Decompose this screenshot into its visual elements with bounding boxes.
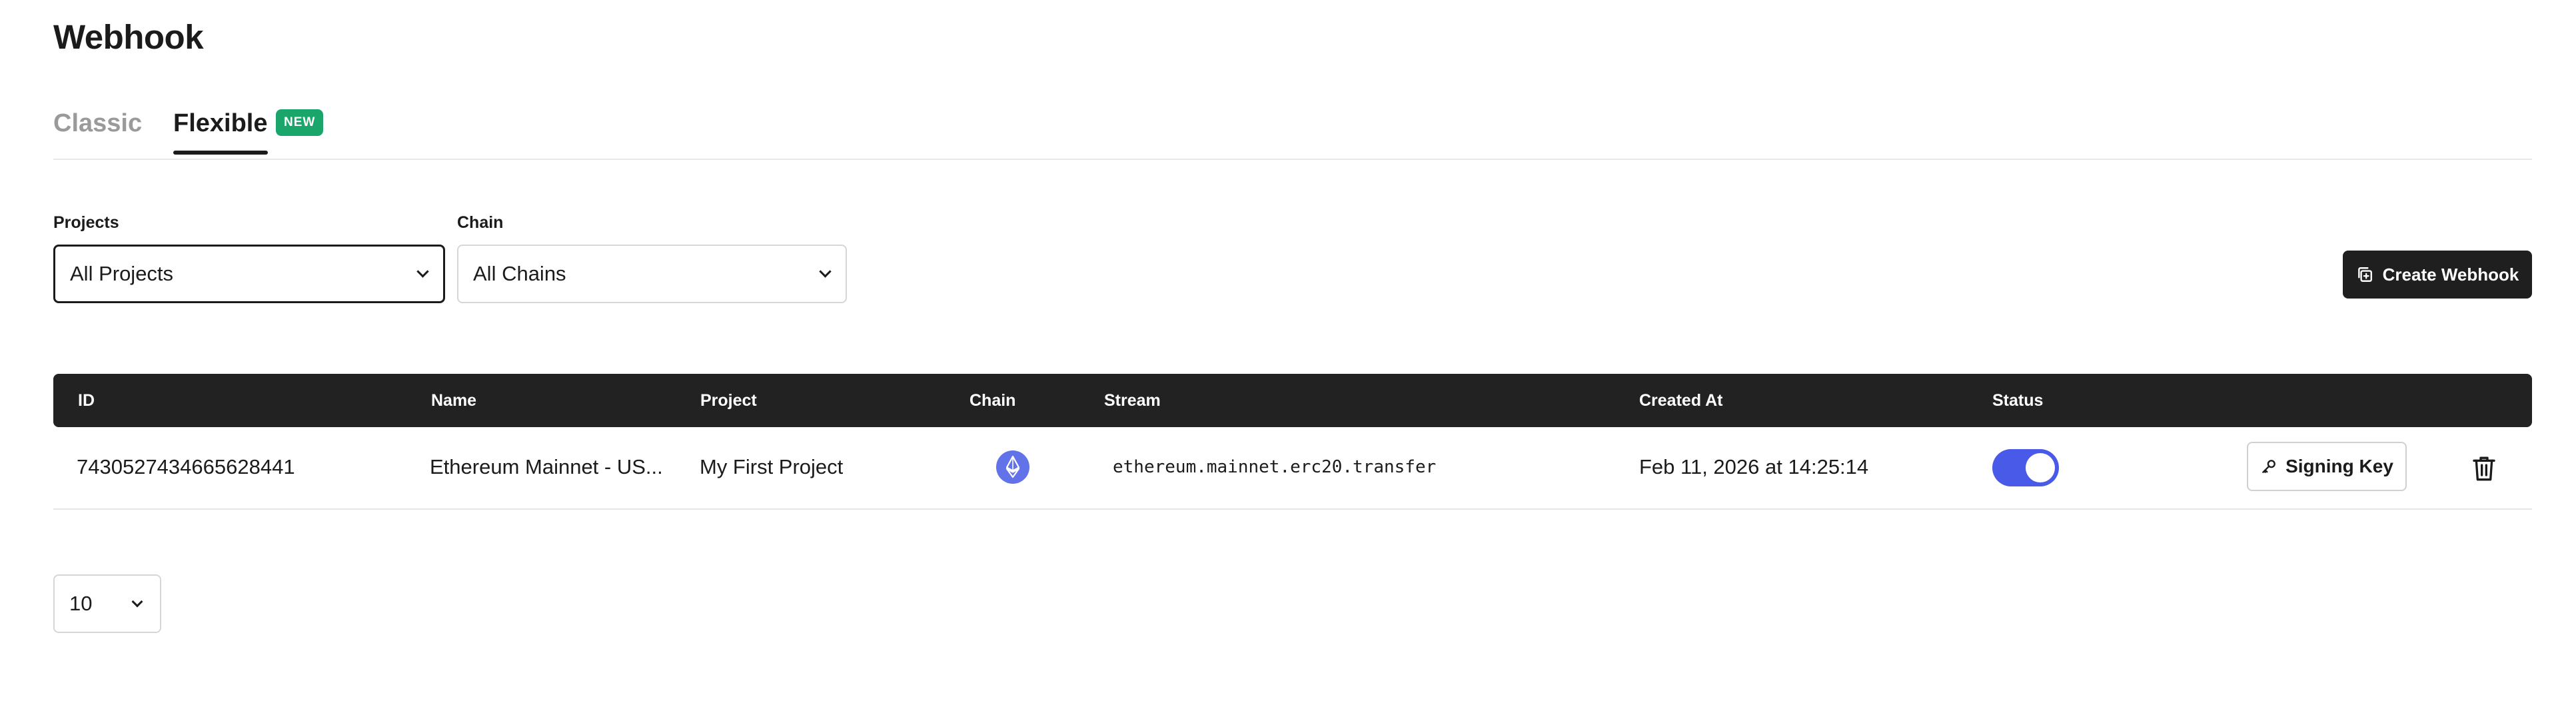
webhook-name: Ethereum Mainnet - US... — [430, 455, 663, 478]
ethereum-icon — [996, 450, 1029, 484]
page-size-value: 10 — [69, 592, 93, 615]
copy-plus-icon — [2357, 267, 2372, 282]
signing-key-label: Signing Key — [2285, 456, 2393, 476]
webhook-id: 7430527434665628441 — [77, 455, 295, 478]
webhook-project: My First Project — [700, 455, 844, 478]
toggle-knob — [2026, 453, 2055, 482]
table-row: 7430527434665628441 Ethereum Mainnet - U… — [53, 427, 2532, 510]
tab-bar: Classic Flexible NEW — [53, 107, 2532, 160]
table-header: ID Name Project Chain Stream Created At … — [53, 374, 2532, 427]
chain-select-value: All Chains — [473, 262, 566, 285]
projects-select-value: All Projects — [70, 262, 174, 285]
page-title: Webhook — [53, 18, 204, 56]
tab-flexible[interactable]: Flexible — [173, 109, 268, 155]
column-header-status: Status — [1992, 391, 2044, 410]
column-header-chain: Chain — [969, 391, 1016, 410]
create-webhook-label: Create Webhook — [2382, 264, 2519, 285]
ethereum-glyph — [1005, 455, 1020, 478]
chevron-down-icon — [416, 265, 429, 278]
webhook-stream: ethereum.mainnet.erc20.transfer — [1113, 457, 1437, 477]
column-header-name: Name — [431, 391, 477, 410]
delete-button[interactable] — [2471, 454, 2497, 483]
projects-filter-label: Projects — [53, 213, 119, 232]
column-header-project: Project — [700, 391, 757, 410]
key-icon — [2262, 460, 2275, 473]
page-size-select[interactable]: 10 — [53, 574, 161, 633]
trash-icon — [2473, 456, 2495, 481]
signing-key-button[interactable]: Signing Key — [2247, 442, 2407, 491]
column-header-created-at: Created At — [1639, 391, 1723, 410]
new-badge: NEW — [276, 109, 324, 136]
create-webhook-button[interactable]: Create Webhook — [2343, 251, 2532, 299]
column-header-id: ID — [78, 391, 95, 410]
projects-select[interactable]: All Projects — [53, 245, 445, 303]
active-tab-indicator — [173, 151, 268, 155]
chain-filter-label: Chain — [457, 213, 504, 232]
status-toggle[interactable] — [1992, 449, 2059, 486]
tab-flexible-label: Flexible — [173, 109, 268, 137]
chevron-down-icon — [131, 596, 143, 608]
tab-classic[interactable]: Classic — [53, 109, 142, 138]
chevron-down-icon — [819, 265, 832, 278]
webhook-created-at: Feb 11, 2026 at 14:25:14 — [1639, 455, 1869, 478]
chain-select[interactable]: All Chains — [457, 245, 847, 303]
column-header-stream: Stream — [1104, 391, 1161, 410]
